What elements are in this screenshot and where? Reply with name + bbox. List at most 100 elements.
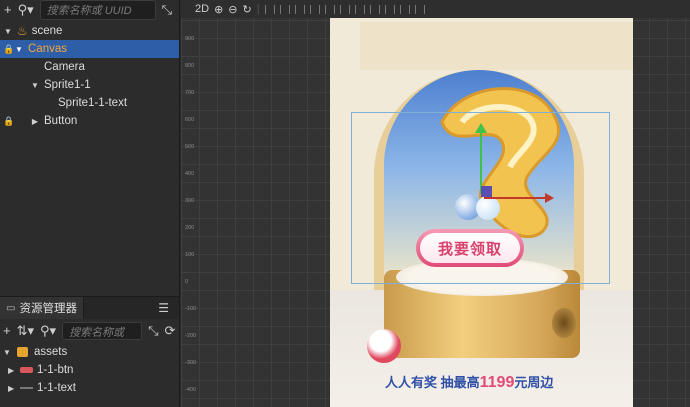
expand-arrow-icon[interactable]: ▶ [8, 366, 18, 375]
align-left-icon[interactable] [264, 4, 275, 14]
zoom-in-icon[interactable]: ⊕ [214, 3, 223, 16]
align-center-h-icon[interactable] [279, 4, 290, 14]
refresh-icon[interactable]: ⟳ [164, 324, 175, 338]
asset-label: 1-1-btn [37, 364, 74, 376]
ruler-tick: 400 [185, 171, 195, 177]
move-y-handle[interactable] [480, 130, 482, 194]
ruler-tick: -100 [185, 306, 197, 312]
distribute-right-icon[interactable] [414, 4, 425, 14]
tree-node-camera[interactable]: Camera [0, 58, 179, 76]
promo-amount: 1199 [479, 374, 515, 391]
asset-item-1-1-btn[interactable]: ▶ 1-1-btn [0, 361, 179, 379]
promo-suffix: 元周边 [514, 375, 554, 390]
align-bottom-icon[interactable] [339, 4, 350, 14]
assets-tabbar: ▭ 资源管理器 ☰ [0, 297, 179, 319]
prefab-icon [20, 367, 33, 373]
expand-arrow-icon[interactable]: ▼ [30, 81, 40, 90]
distribute-h-icon[interactable] [354, 4, 365, 14]
ball-white [476, 196, 500, 220]
ruler-tick: 0 [185, 279, 189, 285]
editor-window: + ⚲▾ ⤡ ▼ ♨ scene 🔒 ▼ Canvas Camera ▼ [0, 0, 690, 407]
scene-icon: ♨ [17, 24, 28, 38]
scene-toolbar: 2D ⊕ ⊖ ↻ | [181, 0, 690, 18]
align-right-icon[interactable] [294, 4, 305, 14]
hierarchy-search-field[interactable] [40, 2, 155, 20]
text-asset-icon [20, 387, 33, 389]
claim-button[interactable]: 我要领取 [416, 229, 524, 267]
expand-arrow-icon[interactable]: ▼ [3, 27, 13, 36]
ruler-tick: -200 [185, 333, 197, 339]
expand-arrow-icon[interactable]: ▼ [3, 348, 13, 357]
assets-toolbar: + ⇅▾ ⚲▾ ⤡ ⟳ [0, 319, 179, 343]
assets-search-input[interactable] [62, 322, 143, 341]
promo-prefix: 人人有奖 抽最高 [385, 375, 480, 390]
expand-arrow-icon[interactable]: ▶ [30, 117, 40, 126]
separator: | [256, 3, 260, 15]
ruler-tick: 300 [185, 198, 195, 204]
distribute-left-icon[interactable] [384, 4, 395, 14]
move-x-arrow-icon[interactable] [545, 193, 554, 203]
tab-assets[interactable]: ▭ 资源管理器 [0, 297, 84, 319]
ruler-tick: -400 [185, 387, 197, 393]
move-x-handle[interactable] [484, 197, 546, 199]
tree-node-button[interactable]: 🔒 ▶ Button [0, 112, 179, 130]
claim-button-label: 我要领取 [420, 233, 520, 263]
design-canvas[interactable]: 我要领取 人人有奖 抽最高1199元周边 [330, 18, 633, 407]
tree-node-label: Sprite1-1-text [58, 97, 128, 109]
collapse-icon[interactable]: ⤡ [148, 324, 158, 338]
mode-2d-button[interactable]: 2D [195, 3, 209, 15]
pedestal-hole [552, 308, 576, 338]
tree-node-label: Canvas [28, 43, 67, 55]
add-icon[interactable]: + [4, 3, 12, 17]
tree-node-sprite1-1-text[interactable]: Sprite1-1-text [0, 94, 179, 112]
hierarchy-toolbar: + ⚲▾ ⤡ [0, 0, 179, 20]
tree-node-canvas[interactable]: 🔒 ▼ Canvas [0, 40, 179, 58]
assets-panel: ▭ 资源管理器 ☰ + ⇅▾ ⚲▾ ⤡ ⟳ ▼ assets ▶ 1-1-btn… [0, 296, 180, 407]
tree-node-scene[interactable]: ▼ ♨ scene [0, 22, 179, 40]
align-middle-v-icon[interactable] [324, 4, 335, 14]
tree-node-label: Sprite1-1 [44, 79, 91, 91]
ruler-tick: -300 [185, 360, 197, 366]
asset-label: assets [34, 346, 68, 358]
lock-icon[interactable]: 🔒 [3, 116, 14, 127]
scene-view[interactable]: 2D ⊕ ⊖ ↻ | 900 800 700 600 500 400 300 2 [181, 0, 690, 407]
tree-node-label: Button [44, 115, 78, 127]
tree-node-label: Camera [44, 61, 85, 73]
menu-icon[interactable]: ☰ [158, 301, 169, 315]
distribute-v-icon[interactable] [369, 4, 380, 14]
hierarchy-panel: + ⚲▾ ⤡ ▼ ♨ scene 🔒 ▼ Canvas Camera ▼ [0, 0, 180, 296]
folder-icon: ▭ [6, 302, 16, 314]
tree-node-sprite1-1[interactable]: ▼ Sprite1-1 [0, 76, 179, 94]
sort-icon[interactable]: ⇅▾ [17, 324, 34, 338]
asset-item-1-1-text[interactable]: ▶ 1-1-text [0, 379, 179, 397]
search-filter-icon[interactable]: ⚲▾ [40, 324, 56, 338]
gold-ribbon-illustration [440, 87, 561, 239]
zoom-out-icon[interactable]: ⊖ [228, 3, 237, 16]
ruler-tick: 600 [185, 117, 195, 123]
align-top-icon[interactable] [309, 4, 320, 14]
search-filter-icon[interactable]: ⚲▾ [18, 3, 34, 17]
expand-arrow-icon[interactable]: ▶ [8, 384, 18, 393]
ruler-tick: 100 [185, 252, 195, 258]
distribute-center-icon[interactable] [399, 4, 410, 14]
asset-item-assets[interactable]: ▼ assets [0, 343, 179, 361]
collapse-icon[interactable]: ⤡ [162, 3, 172, 17]
move-xy-handle[interactable] [481, 186, 492, 197]
promo-text: 人人有奖 抽最高1199元周边 [385, 372, 553, 392]
tree-node-label: scene [31, 25, 63, 37]
assets-search-field[interactable] [63, 325, 142, 341]
database-icon [17, 347, 28, 357]
ruler-tick: 700 [185, 90, 195, 96]
add-icon[interactable]: + [3, 324, 11, 338]
tab-label: 资源管理器 [19, 303, 77, 315]
ball-red [367, 329, 401, 363]
node-tree: ▼ ♨ scene 🔒 ▼ Canvas Camera ▼ Sprite1-1 … [0, 22, 179, 130]
ruler-tick: 800 [185, 63, 195, 69]
expand-arrow-icon[interactable]: ▼ [14, 45, 24, 54]
top-banner [360, 22, 633, 70]
asset-label: 1-1-text [37, 382, 76, 394]
lock-icon[interactable]: 🔒 [3, 44, 14, 55]
hierarchy-search-input[interactable] [39, 0, 156, 20]
ruler-tick: 900 [185, 36, 195, 42]
reset-view-icon[interactable]: ↻ [243, 3, 252, 16]
